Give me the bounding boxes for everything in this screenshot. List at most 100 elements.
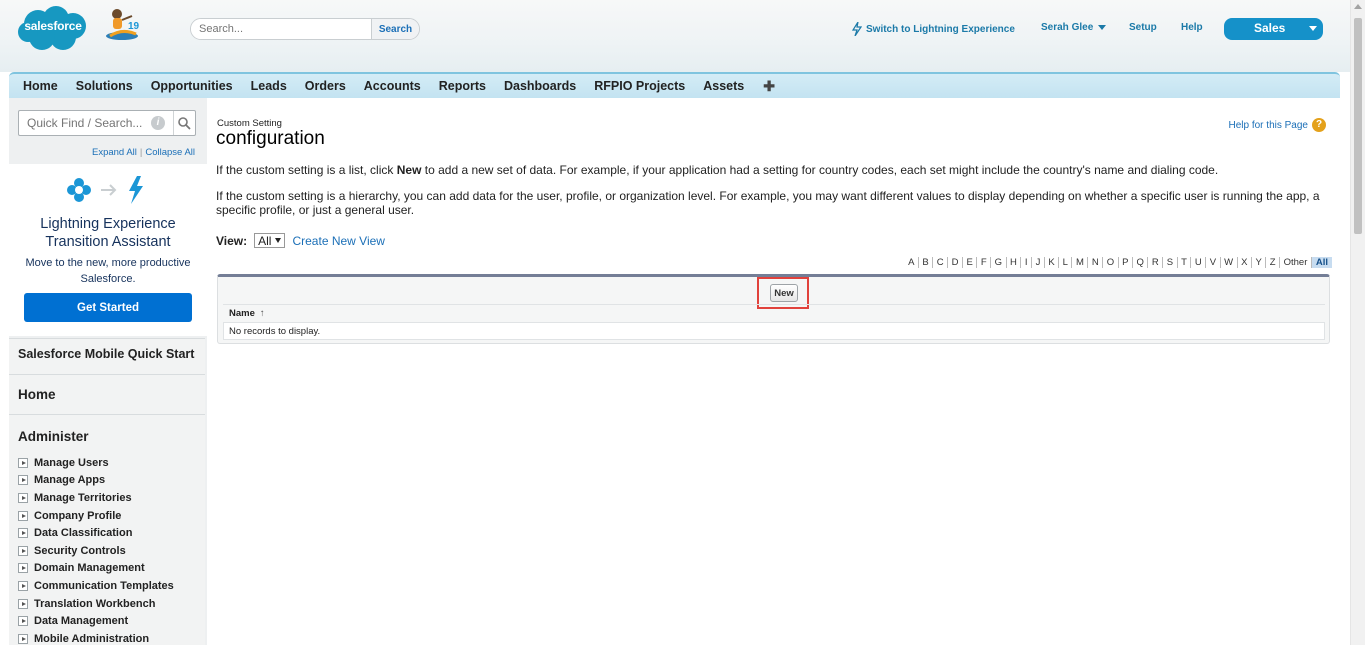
alpha-filter-t[interactable]: T: [1178, 257, 1192, 268]
alpha-filter-d[interactable]: D: [948, 257, 963, 268]
admin-item-domain-management[interactable]: Domain Management: [18, 560, 174, 578]
alpha-filter-h[interactable]: H: [1007, 257, 1022, 268]
page-scrollbar[interactable]: [1350, 0, 1365, 645]
get-started-button[interactable]: Get Started: [24, 293, 192, 322]
alphabet-filter: A B C D E F G H I J K L M N O P Q R S T …: [905, 257, 1332, 268]
help-link[interactable]: Help: [1181, 22, 1203, 33]
column-name-header[interactable]: Name: [229, 308, 255, 319]
expand-triangle-icon[interactable]: [18, 528, 28, 539]
expand-triangle-icon[interactable]: [18, 563, 28, 574]
global-search-button[interactable]: Search: [371, 19, 419, 39]
help-for-page-link[interactable]: Help for this Page ?: [1228, 118, 1326, 132]
scroll-up-arrow-icon[interactable]: [1354, 4, 1362, 9]
search-icon[interactable]: [173, 111, 195, 135]
view-row: View: All Create New View: [216, 233, 385, 248]
alpha-filter-c[interactable]: C: [933, 257, 949, 268]
alpha-filter-i[interactable]: I: [1021, 257, 1033, 268]
expand-triangle-icon[interactable]: [18, 616, 28, 627]
app-menu[interactable]: Sales: [1224, 18, 1323, 40]
alpha-filter-e[interactable]: E: [963, 257, 978, 268]
alpha-filter-g[interactable]: G: [991, 257, 1007, 268]
tab-reports[interactable]: Reports: [430, 79, 495, 93]
user-name: Serah Glee: [1041, 22, 1094, 33]
new-keyword: New: [396, 163, 422, 177]
collapse-all-link[interactable]: Collapse All: [145, 147, 195, 158]
admin-item-translation-workbench[interactable]: Translation Workbench: [18, 595, 174, 613]
expand-triangle-icon[interactable]: [18, 545, 28, 556]
chevron-down-icon: [1309, 26, 1317, 31]
admin-item-company-profile[interactable]: Company Profile: [18, 507, 174, 525]
alpha-filter-z[interactable]: Z: [1266, 257, 1281, 268]
help-for-page-label: Help for this Page: [1228, 119, 1309, 131]
table-header: Name ↑: [223, 304, 1325, 322]
home-section[interactable]: Home: [9, 374, 205, 414]
alpha-filter-m[interactable]: M: [1072, 257, 1089, 268]
expand-triangle-icon[interactable]: [18, 633, 28, 644]
admin-item-manage-territories[interactable]: Manage Territories: [18, 489, 174, 507]
admin-item-manage-apps[interactable]: Manage Apps: [18, 472, 174, 490]
info-icon[interactable]: i: [151, 116, 165, 130]
expand-triangle-icon[interactable]: [18, 492, 28, 503]
view-select-value: All: [258, 233, 272, 248]
setup-link[interactable]: Setup: [1129, 22, 1157, 33]
tab-leads[interactable]: Leads: [242, 79, 296, 93]
tab-dashboards[interactable]: Dashboards: [495, 79, 585, 93]
dropdown-arrow-icon: [275, 238, 282, 243]
release-number: 19: [128, 21, 140, 32]
tab-rfpio-projects[interactable]: RFPIO Projects: [585, 79, 694, 93]
tab-orders[interactable]: Orders: [296, 79, 355, 93]
logo-text: salesforce: [24, 19, 82, 33]
expand-triangle-icon[interactable]: [18, 598, 28, 609]
admin-item-manage-users[interactable]: Manage Users: [18, 454, 174, 472]
alpha-filter-a[interactable]: A: [905, 257, 919, 268]
alpha-filter-j[interactable]: J: [1032, 257, 1045, 268]
alpha-filter-u[interactable]: U: [1191, 257, 1207, 268]
tab-assets[interactable]: Assets: [694, 79, 753, 93]
view-select[interactable]: All: [254, 233, 286, 248]
salesforce-logo[interactable]: salesforce: [16, 4, 90, 54]
alpha-filter-k[interactable]: K: [1045, 257, 1060, 268]
expand-triangle-icon[interactable]: [18, 580, 28, 591]
mobile-quick-start-section[interactable]: Salesforce Mobile Quick Start: [9, 338, 205, 374]
alpha-filter-y[interactable]: Y: [1252, 257, 1267, 268]
scroll-thumb[interactable]: [1354, 18, 1362, 234]
user-menu[interactable]: Serah Glee: [1041, 22, 1107, 33]
app-menu-label: Sales: [1254, 21, 1286, 35]
alpha-filter-n[interactable]: N: [1088, 257, 1104, 268]
alpha-filter-v[interactable]: V: [1206, 257, 1221, 268]
expand-all-link[interactable]: Expand All: [92, 147, 137, 158]
expand-triangle-icon[interactable]: [18, 510, 28, 521]
admin-item-communication-templates[interactable]: Communication Templates: [18, 577, 174, 595]
switch-lightning-link[interactable]: Switch to Lightning Experience: [852, 22, 1015, 36]
quick-find-input[interactable]: [19, 116, 147, 130]
admin-item-security-controls[interactable]: Security Controls: [18, 542, 174, 560]
admin-item-mobile-administration[interactable]: Mobile Administration: [18, 630, 174, 645]
new-button[interactable]: New: [770, 284, 798, 302]
alpha-filter-w[interactable]: W: [1221, 257, 1238, 268]
global-search-input[interactable]: [191, 19, 371, 39]
alpha-filter-q[interactable]: Q: [1133, 257, 1149, 268]
expand-triangle-icon[interactable]: [18, 475, 28, 486]
alpha-filter-o[interactable]: O: [1103, 257, 1119, 268]
expand-triangle-icon[interactable]: [18, 457, 28, 468]
link-separator: |: [139, 147, 143, 158]
tab-solutions[interactable]: Solutions: [67, 79, 142, 93]
alpha-filter-x[interactable]: X: [1238, 257, 1252, 268]
alpha-filter-l[interactable]: L: [1059, 257, 1073, 268]
alpha-filter-other[interactable]: Other: [1280, 257, 1312, 268]
tab-opportunities[interactable]: Opportunities: [142, 79, 242, 93]
alpha-filter-r[interactable]: R: [1148, 257, 1164, 268]
admin-item-data-management[interactable]: Data Management: [18, 612, 174, 630]
tab-home[interactable]: Home: [14, 79, 67, 93]
create-new-view-link[interactable]: Create New View: [292, 234, 384, 248]
tab-accounts[interactable]: Accounts: [355, 79, 430, 93]
alpha-filter-b[interactable]: B: [919, 257, 934, 268]
plus-icon[interactable]: ✚: [753, 78, 785, 95]
alpha-filter-f[interactable]: F: [977, 257, 992, 268]
alpha-filter-s[interactable]: S: [1163, 257, 1178, 268]
admin-item-data-classification[interactable]: Data Classification: [18, 524, 174, 542]
sort-ascending-icon[interactable]: ↑: [260, 308, 265, 319]
alpha-filter-p[interactable]: P: [1119, 257, 1133, 268]
alpha-filter-all[interactable]: All: [1311, 257, 1332, 268]
page-title: configuration: [216, 128, 325, 149]
